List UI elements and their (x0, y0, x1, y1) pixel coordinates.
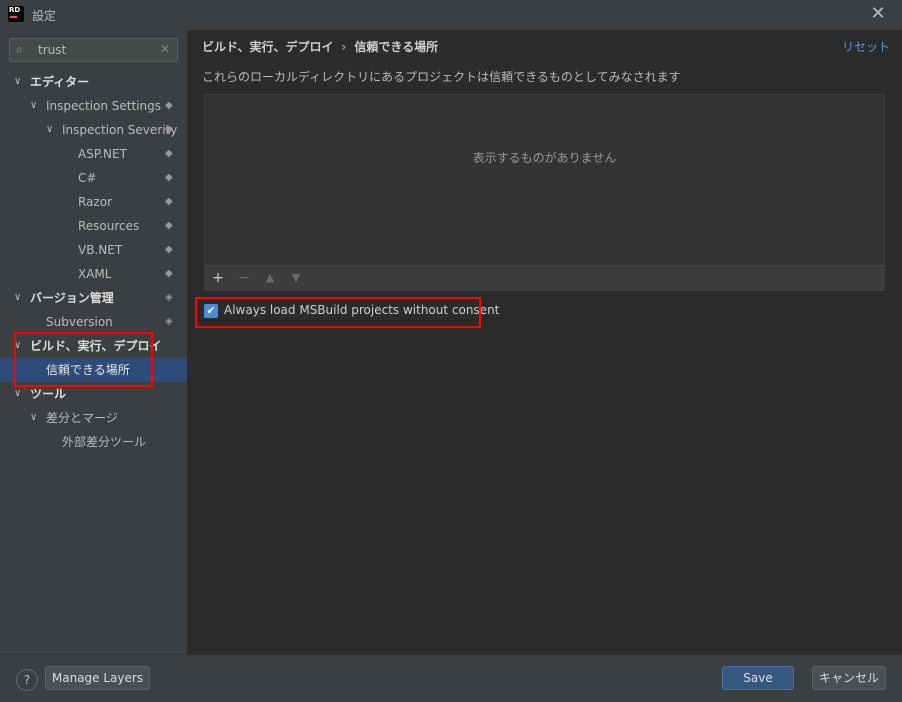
reset-link[interactable]: リセット (842, 38, 890, 55)
add-icon[interactable]: + (209, 269, 227, 287)
remove-icon[interactable]: − (235, 269, 253, 287)
search-input[interactable] (38, 42, 158, 58)
tree-item-aspnet[interactable]: ASP.NET ◆ (0, 142, 187, 166)
tree-item-label: ASP.NET (78, 147, 127, 161)
tree-item-label: Razor (78, 195, 113, 209)
breadcrumb-separator: › (341, 40, 347, 54)
settings-content: ビルド、実行、デプロイ › 信頼できる場所 リセット これらのローカルディレクトリに… (188, 30, 902, 654)
tree-item-label: C# (78, 171, 97, 185)
tree-item-editor[interactable]: ∨ エディター (0, 70, 187, 94)
chevron-down-icon: ∨ (46, 124, 54, 135)
tree-item-diff-merge[interactable]: ∨ 差分とマージ (0, 406, 187, 430)
trusted-locations-list[interactable]: 表示するものがありません + − ▲ ▼ (204, 94, 885, 291)
search-icon: ⌕ (16, 42, 23, 56)
layers-icon: ◆ (165, 172, 173, 183)
breadcrumb-parent[interactable]: ビルド、実行、デプロイ (202, 40, 334, 54)
tree-item-label: XAML (78, 267, 112, 281)
layers-icon: ◆ (165, 196, 173, 207)
move-up-icon[interactable]: ▲ (261, 269, 279, 287)
description-text: これらのローカルディレクトリにあるプロジェクトは信頼できるものとしてみなされます (202, 70, 681, 84)
tree-item-vbnet[interactable]: VB.NET ◆ (0, 238, 187, 262)
help-icon[interactable]: ? (16, 669, 38, 691)
close-icon[interactable]: ✕ (868, 3, 888, 25)
clear-search-icon[interactable]: ✕ (160, 42, 170, 56)
dialog-footer: ? Manage Layers Save キャンセル (0, 654, 902, 702)
tree-item-external-diff-tools[interactable]: 外部差分ツール (0, 430, 187, 454)
tree-item-subversion[interactable]: Subversion ◈ (0, 310, 187, 334)
move-down-icon[interactable]: ▼ (287, 269, 305, 287)
tree-item-csharp[interactable]: C# ◆ (0, 166, 187, 190)
vcs-icon: ◈ (165, 292, 173, 303)
highlight-box-checkbox (195, 297, 481, 328)
tree-item-label: 外部差分ツール (62, 435, 147, 449)
list-toolbar: + − ▲ ▼ (205, 265, 884, 291)
tree-item-razor[interactable]: Razor ◆ (0, 190, 187, 214)
chevron-down-icon: ∨ (14, 76, 22, 87)
layers-icon: ◆ (165, 148, 173, 159)
tree-item-label: Inspection Severity (62, 123, 178, 137)
tree-item-label: VB.NET (78, 243, 123, 257)
highlight-box-sidebar (14, 332, 153, 387)
title-bar: RD 設定 ✕ (0, 0, 902, 30)
tree-item-label: Resources (78, 219, 140, 233)
manage-layers-button[interactable]: Manage Layers (45, 666, 150, 690)
empty-list-text: 表示するものがありません (472, 151, 617, 165)
tree-item-label: 差分とマージ (46, 411, 118, 425)
chevron-down-icon: ∨ (14, 292, 22, 303)
tree-item-inspection-settings[interactable]: ∨ Inspection Settings ◆ (0, 94, 187, 118)
tree-item-label: エディター (30, 75, 90, 89)
breadcrumb: ビルド、実行、デプロイ › 信頼できる場所 (202, 38, 438, 55)
vcs-icon: ◈ (165, 316, 173, 327)
layers-icon: ◆ (165, 268, 173, 279)
layers-icon: ◆ (165, 244, 173, 255)
search-box[interactable]: ⌕ ✕ (9, 38, 178, 62)
tree-item-version-control[interactable]: ∨ バージョン管理 ◈ (0, 286, 187, 310)
tree-item-inspection-severity[interactable]: ∨ Inspection Severity ◆ (0, 118, 187, 142)
save-button[interactable]: Save (722, 666, 794, 690)
tree-item-label: Subversion (46, 315, 113, 329)
window-title: 設定 (32, 9, 57, 23)
chevron-down-icon: ∨ (30, 412, 38, 423)
cancel-button[interactable]: キャンセル (812, 666, 886, 690)
rider-app-icon: RD (8, 6, 24, 22)
layers-icon: ◆ (165, 220, 173, 231)
tree-item-label: Inspection Settings (46, 99, 162, 113)
tree-item-resources[interactable]: Resources ◆ (0, 214, 187, 238)
layers-icon: ◆ (165, 124, 173, 135)
layers-icon: ◆ (165, 100, 173, 111)
chevron-down-icon: ∨ (30, 100, 38, 111)
tree-item-label: バージョン管理 (30, 291, 114, 305)
tree-item-xaml[interactable]: XAML ◆ (0, 262, 187, 286)
breadcrumb-current: 信頼できる場所 (354, 40, 439, 54)
